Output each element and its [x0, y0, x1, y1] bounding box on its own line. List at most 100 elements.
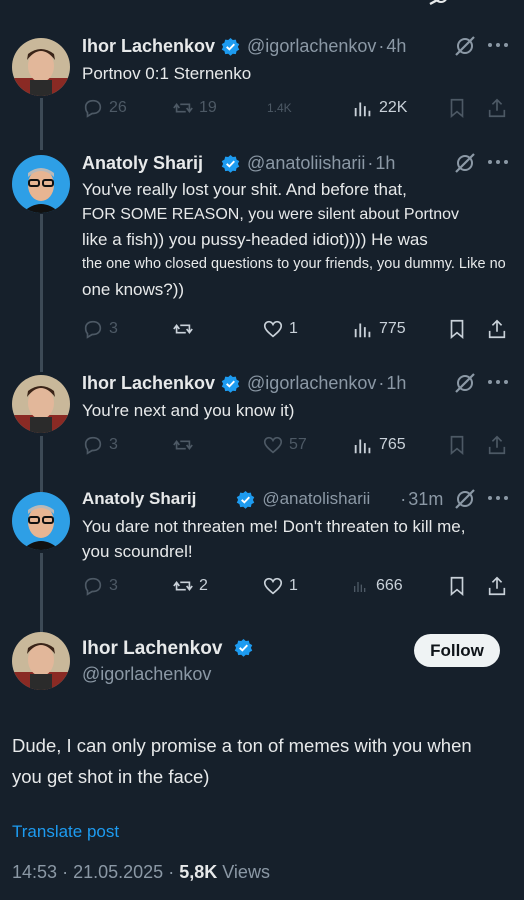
display-name[interactable]: Ihor Lachenkov	[82, 36, 215, 57]
grok-icon[interactable]	[454, 372, 476, 394]
reply-button[interactable]: 3	[82, 433, 118, 457]
like-button[interactable]: 1.4K	[262, 96, 292, 120]
tweet-text-line: one knows?))	[82, 280, 185, 299]
display-name[interactable]: Anatoly Sharij	[82, 153, 203, 174]
separator-dot: ·	[378, 372, 385, 393]
bookmark-button[interactable]	[446, 433, 468, 457]
post-time[interactable]: 1h	[386, 373, 406, 394]
bookmark-icon	[450, 98, 464, 119]
avatar[interactable]	[12, 492, 70, 550]
like-button[interactable]: 1	[262, 317, 298, 341]
share-button[interactable]	[486, 574, 508, 598]
post-date[interactable]: 21.05.2025	[73, 862, 163, 882]
translate-post-link[interactable]: Translate post	[12, 822, 119, 842]
views-count: 5,8K	[179, 862, 218, 882]
separator-dot: ·	[367, 152, 374, 173]
reply-button[interactable]: 3	[82, 574, 118, 598]
post-thread-page: Ihor Lachenkov @igorlachenkov · 4h Portn…	[0, 0, 524, 900]
like-count: 1	[289, 320, 298, 337]
tweet-text-line: like a fish)) you pussy-headed idiot))))…	[82, 230, 428, 249]
tweet-text: You've really lost your shit. And before…	[82, 177, 506, 302]
more-icon[interactable]	[486, 160, 510, 166]
share-button[interactable]	[486, 96, 508, 120]
verified-badge-icon	[221, 37, 240, 56]
separator-dot: ·	[378, 35, 385, 56]
like-button[interactable]: 57	[262, 433, 307, 457]
avatar[interactable]	[12, 375, 70, 433]
grok-icon-partial	[429, 0, 447, 6]
more-icon[interactable]	[486, 496, 510, 502]
tweet-text: Portnov 0:1 Sternenko	[82, 61, 251, 86]
display-name[interactable]: Ihor Lachenkov	[82, 638, 222, 659]
like-button[interactable]: 1	[262, 574, 298, 598]
repost-count: 19	[199, 99, 217, 116]
share-button[interactable]	[486, 317, 508, 341]
thread-connector	[40, 98, 43, 150]
main-post-text-line: you get shot in the face)	[12, 766, 210, 787]
verified-badge-icon	[234, 638, 252, 657]
tweet-header: Ihor Lachenkov @igorlachenkov · 1h	[82, 371, 406, 395]
more-icon[interactable]	[486, 380, 510, 386]
grok-icon[interactable]	[454, 152, 476, 174]
reply-button[interactable]: 26	[82, 96, 127, 120]
share-button[interactable]	[486, 433, 508, 457]
avatar[interactable]	[12, 155, 70, 213]
bookmark-icon	[450, 435, 464, 456]
like-count: 57	[289, 436, 307, 453]
tweet-actions: 3 2 1 666	[82, 574, 512, 598]
more-icon[interactable]	[486, 43, 510, 49]
share-icon	[488, 435, 506, 455]
views-button[interactable]: 22K	[352, 96, 407, 120]
thread-connector	[40, 553, 43, 633]
repost-button[interactable]	[172, 433, 199, 457]
like-icon	[263, 577, 283, 595]
post-time[interactable]: 4h	[386, 36, 406, 57]
reply-count: 3	[109, 320, 118, 337]
views-count: 22K	[379, 99, 408, 116]
grok-icon[interactable]	[454, 488, 476, 510]
views-button[interactable]: 765	[352, 433, 406, 457]
views-button[interactable]: 775	[352, 317, 406, 341]
tweet-text: You're next and you know it)	[82, 398, 294, 423]
grok-icon[interactable]	[454, 35, 476, 57]
tweet-text-line: FOR SOME REASON, you were silent about P…	[82, 206, 460, 223]
user-handle[interactable]: @anatoliisharii	[247, 153, 365, 174]
tweet-text-line: You're next and you know it)	[82, 401, 295, 420]
main-post-display-name[interactable]: Ihor Lachenkov	[82, 638, 253, 660]
reply-icon	[84, 99, 102, 118]
avatar[interactable]	[12, 632, 70, 690]
repost-button[interactable]: 2	[172, 574, 208, 598]
post-timestamp[interactable]: 14:53	[12, 862, 57, 882]
tweet-text-line: You've really lost your shit. And before…	[82, 180, 407, 199]
views-button[interactable]: 666	[352, 574, 403, 598]
top-bar-remnant	[0, 0, 524, 10]
user-handle[interactable]: @igorlachenkov	[82, 664, 211, 685]
bookmark-icon	[450, 319, 464, 340]
post-time[interactable]: 1h	[375, 153, 395, 174]
like-icon	[263, 436, 283, 454]
reply-button[interactable]: 3	[82, 317, 118, 341]
tweet-text-line: You dare not threaten me! Don't threaten…	[82, 517, 466, 536]
display-name[interactable]: Ihor Lachenkov	[82, 373, 215, 394]
follow-button[interactable]: Follow	[414, 634, 500, 667]
avatar[interactable]	[12, 38, 70, 96]
user-handle[interactable]: @anatolisharii	[262, 489, 370, 509]
views-count: 765	[379, 436, 406, 453]
views-icon	[354, 102, 371, 117]
user-handle[interactable]: @igorlachenkov	[247, 373, 376, 394]
share-icon	[488, 98, 506, 118]
views-icon	[354, 323, 371, 338]
repost-button[interactable]: 19	[172, 96, 217, 120]
repost-button[interactable]	[172, 317, 199, 341]
bookmark-icon	[450, 576, 464, 597]
bookmark-button[interactable]	[446, 317, 468, 341]
bookmark-button[interactable]	[446, 96, 468, 120]
views-label: Views	[222, 862, 270, 882]
user-handle[interactable]: @igorlachenkov	[247, 36, 376, 57]
post-time[interactable]: 31m	[408, 489, 443, 510]
reply-count: 3	[109, 436, 118, 453]
bookmark-button[interactable]	[446, 574, 468, 598]
main-post-text: Dude, I can only promise a ton of memes …	[12, 730, 472, 792]
views-icon	[354, 439, 371, 454]
display-name[interactable]: Anatoly Sharij	[82, 489, 196, 509]
